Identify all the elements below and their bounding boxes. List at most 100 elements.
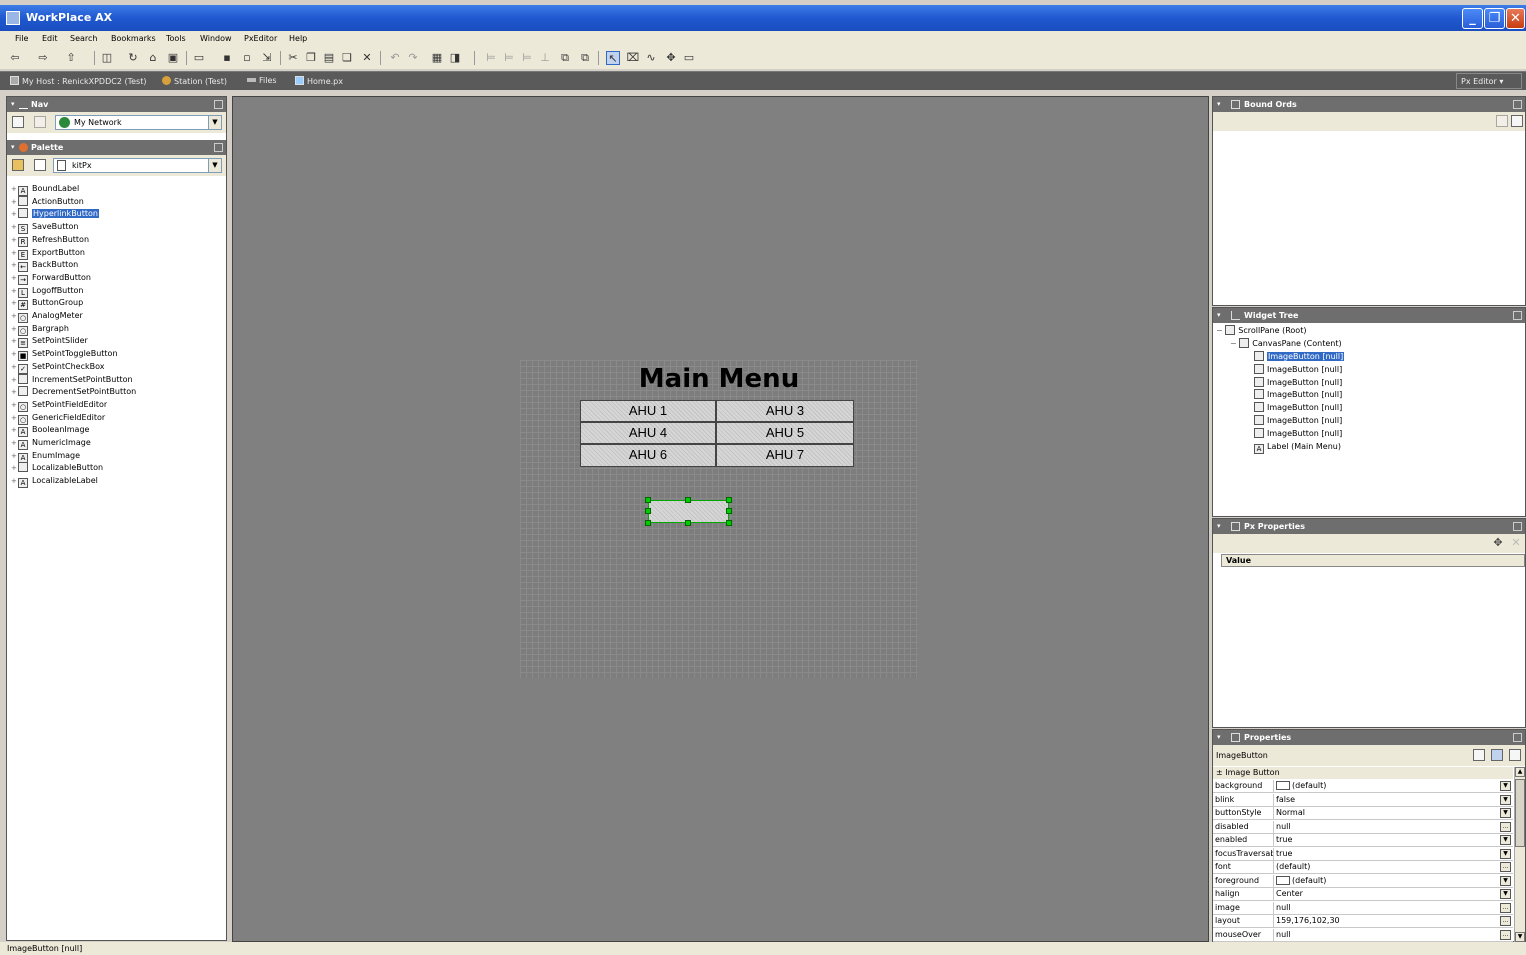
zoom-out-icon[interactable]: ▭ bbox=[682, 51, 696, 65]
save-all-icon[interactable]: ▫ bbox=[240, 51, 254, 65]
tree-node[interactable]: ImageButton [null] bbox=[1254, 363, 1342, 376]
property-row[interactable]: mouseOver null... bbox=[1213, 928, 1513, 942]
align-center-icon[interactable]: ⊨ bbox=[502, 51, 516, 65]
ahu-5-button[interactable]: AHU 5 bbox=[716, 422, 854, 444]
ahu-3-button[interactable]: AHU 3 bbox=[716, 400, 854, 422]
property-row[interactable]: layout 159,176,102,30... bbox=[1213, 915, 1513, 928]
tree-node[interactable]: ImageButton [null] bbox=[1254, 389, 1342, 401]
bring-front-icon[interactable]: ⧉ bbox=[558, 51, 572, 65]
maximize-icon[interactable] bbox=[1513, 100, 1522, 109]
resize-handle[interactable] bbox=[726, 508, 732, 514]
menu-help[interactable]: Help bbox=[289, 34, 307, 43]
duplicate-icon[interactable]: ❏ bbox=[340, 51, 354, 65]
undo-icon[interactable]: ↶ bbox=[388, 51, 402, 65]
widget-tree-header[interactable]: ▾ Widget Tree bbox=[1213, 308, 1525, 323]
palette-item[interactable]: + ≡ SetPointSlider bbox=[11, 335, 88, 349]
cut-icon[interactable]: ✂ bbox=[286, 51, 300, 65]
tree-node[interactable]: ImageButton [null] bbox=[1254, 415, 1342, 427]
px-properties-header[interactable]: ▾ Px Properties bbox=[1213, 519, 1525, 534]
breadcrumb-station[interactable]: Station (Test) bbox=[162, 76, 227, 86]
ahu-6-button[interactable]: AHU 6 bbox=[580, 444, 716, 467]
nav-selector[interactable]: My Network ▼ bbox=[55, 115, 222, 130]
menu-pxeditor[interactable]: PxEditor bbox=[244, 34, 277, 43]
align-left-icon[interactable]: ⊨ bbox=[484, 51, 498, 65]
maximize-icon[interactable] bbox=[1513, 311, 1522, 320]
resize-handle[interactable] bbox=[685, 520, 691, 526]
maximize-icon[interactable] bbox=[1513, 522, 1522, 531]
property-row[interactable]: buttonStyle Normal ▼ bbox=[1213, 807, 1513, 820]
menu-edit[interactable]: Edit bbox=[42, 34, 58, 43]
properties-scrollbar[interactable]: ▲ ▼ bbox=[1514, 767, 1525, 942]
view-selector[interactable]: Px Editor ▾ bbox=[1456, 73, 1522, 89]
property-row[interactable]: focusTraversabletrue▼ bbox=[1213, 847, 1513, 861]
paste-icon[interactable]: ▤ bbox=[322, 51, 336, 65]
forward-icon[interactable]: ⇨ bbox=[36, 51, 50, 65]
close-button[interactable]: ✕ bbox=[1506, 8, 1525, 29]
palette-item[interactable]: + # ButtonGroup bbox=[11, 297, 83, 311]
tree-node[interactable]: ImageButton [null] bbox=[1254, 427, 1342, 440]
delete-icon[interactable]: ✕ bbox=[360, 51, 374, 65]
remove-icon[interactable]: ✕ bbox=[1509, 536, 1523, 550]
palette-item[interactable]: + S SaveButton bbox=[11, 221, 78, 235]
palette-item[interactable]: + A LocalizableLabel bbox=[11, 475, 98, 489]
palette-item[interactable]: + HyperlinkButton bbox=[11, 208, 99, 220]
align-right-icon[interactable]: ⊨ bbox=[520, 51, 534, 65]
palette-item[interactable]: + ← BackButton bbox=[11, 259, 78, 273]
palette-item[interactable]: + ■ SetPointToggleButton bbox=[11, 348, 118, 362]
maximize-icon[interactable] bbox=[214, 143, 223, 152]
ahu-1-button[interactable]: AHU 1 bbox=[580, 400, 716, 422]
history-icon[interactable]: ▣ bbox=[166, 51, 180, 65]
menu-file[interactable]: File bbox=[15, 34, 28, 43]
resize-handle[interactable] bbox=[645, 520, 651, 526]
properties-header[interactable]: ▾ Properties bbox=[1213, 730, 1525, 745]
ahu-4-button[interactable]: AHU 4 bbox=[580, 422, 716, 444]
property-row[interactable]: font (default)... bbox=[1213, 861, 1513, 874]
edit-bound-icon[interactable] bbox=[1511, 115, 1523, 127]
menu-window[interactable]: Window bbox=[200, 34, 232, 43]
palette-item[interactable]: + A BoundLabel bbox=[11, 183, 79, 196]
palette-item[interactable]: + A EnumImage bbox=[11, 450, 80, 463]
breadcrumb-homepx[interactable]: Home.px bbox=[295, 76, 343, 86]
copy-icon[interactable]: ❐ bbox=[304, 51, 318, 65]
zoom-fit-icon[interactable]: ⌧ bbox=[626, 51, 640, 65]
value-column-header[interactable]: Value bbox=[1221, 554, 1525, 567]
sort-order-icon[interactable] bbox=[1509, 749, 1521, 761]
property-row[interactable]: background (default) ▼ bbox=[1213, 780, 1513, 793]
side-bar-icon[interactable]: ◫ bbox=[100, 51, 114, 65]
property-row[interactable]: enabled true ▼ bbox=[1213, 834, 1513, 847]
save-bound-icon[interactable] bbox=[1496, 115, 1508, 127]
open-palette-icon[interactable] bbox=[12, 159, 24, 171]
layout-icon[interactable]: ◨ bbox=[448, 51, 462, 65]
palette-item[interactable]: + A NumericImage bbox=[11, 437, 91, 450]
palette-item[interactable]: + → ForwardButton bbox=[11, 272, 91, 285]
align-top-icon[interactable]: ⊥ bbox=[538, 51, 552, 65]
refresh-icon[interactable]: ↻ bbox=[126, 51, 140, 65]
resize-handle[interactable] bbox=[645, 508, 651, 514]
tree-node-content[interactable]: − CanvasPane (Content) bbox=[1230, 338, 1342, 350]
resize-handle[interactable] bbox=[726, 520, 732, 526]
breadcrumb-files[interactable]: Files bbox=[247, 76, 277, 85]
select-tool-icon[interactable]: ↖ bbox=[606, 51, 620, 65]
property-group-header[interactable]: ± Image Button bbox=[1213, 767, 1513, 779]
palette-item[interactable]: + ○ AnalogMeter bbox=[11, 310, 83, 323]
close-palette-icon[interactable] bbox=[34, 159, 46, 171]
palette-item[interactable]: + ○ GenericFieldEditor bbox=[11, 412, 105, 425]
back-icon[interactable]: ⇦ bbox=[8, 51, 22, 65]
close-tab-icon[interactable] bbox=[34, 116, 46, 128]
palette-item[interactable]: + ○ SetPointFieldEditor bbox=[11, 399, 107, 412]
menu-tools[interactable]: Tools bbox=[166, 34, 186, 43]
scroll-thumb[interactable] bbox=[1515, 779, 1525, 847]
maximize-icon[interactable] bbox=[1513, 733, 1522, 742]
tree-node[interactable]: ImageButton [null] bbox=[1254, 376, 1342, 389]
redo-icon[interactable]: ↷ bbox=[406, 51, 420, 65]
ahu-7-button[interactable]: AHU 7 bbox=[716, 444, 854, 467]
resize-handle[interactable] bbox=[645, 497, 651, 503]
palette-item[interactable]: + R RefreshButton bbox=[11, 234, 89, 247]
property-row[interactable]: disabled null... bbox=[1213, 820, 1513, 834]
tree-node[interactable]: A Label (Main Menu) bbox=[1254, 441, 1341, 454]
main-menu-label[interactable]: Main Menu bbox=[520, 364, 918, 394]
palette-item[interactable]: + ✓ SetPointCheckBox bbox=[11, 361, 104, 374]
maximize-button[interactable]: ❐ bbox=[1484, 8, 1505, 29]
tree-node-root[interactable]: − ScrollPane (Root) bbox=[1216, 325, 1306, 337]
palette-module-selector[interactable]: kitPx ▼ bbox=[53, 158, 222, 173]
